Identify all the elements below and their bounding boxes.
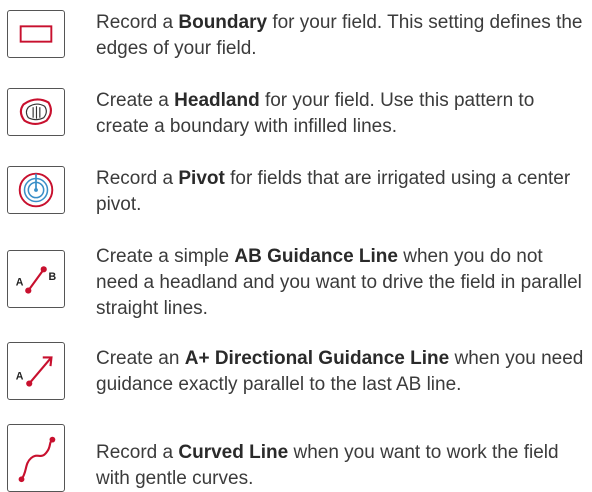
ab-guidance-line-description: Create a simple AB Guidance Line when yo…: [96, 246, 582, 319]
curved-line-icon: [7, 424, 65, 492]
headland-description: Create a Headland for your field. Use th…: [96, 90, 535, 137]
a-plus-directional-line-icon: A: [7, 342, 65, 400]
point-a-label: A: [16, 371, 24, 383]
pivot-description: Record a Pivot for fields that are irrig…: [96, 168, 571, 215]
point-a-label: A: [16, 277, 24, 289]
headland-icon: [7, 88, 65, 136]
boundary-description: Record a Boundary for your field. This s…: [96, 12, 583, 59]
boundary-icon: [7, 10, 65, 58]
ab-guidance-line-icon: A B: [7, 250, 65, 308]
curved-line-description: Record a Curved Line when you want to wo…: [96, 442, 559, 489]
a-plus-directional-line-description: Create an A+ Directional Guidance Line w…: [96, 348, 584, 395]
pivot-icon: [7, 166, 65, 214]
feature-list: Record a Boundary for your field. This s…: [0, 0, 592, 492]
point-b-label: B: [49, 271, 57, 283]
